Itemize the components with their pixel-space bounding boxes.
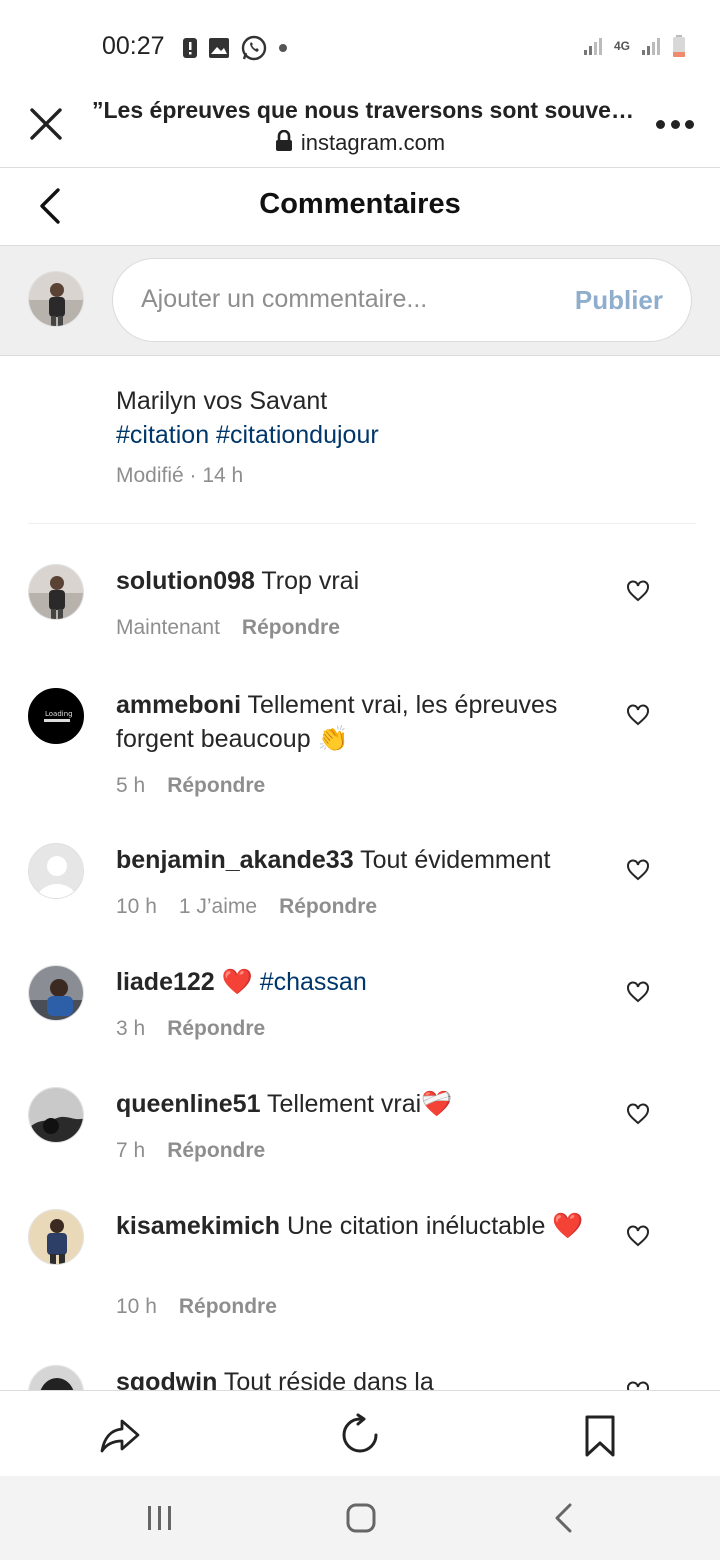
comment-text: Trop vrai — [254, 567, 360, 595]
whatsapp-icon — [241, 35, 267, 61]
post-caption: Marilyn vos Savant #citation #citationdu… — [116, 384, 676, 488]
menu-dot — [685, 119, 694, 129]
share-icon[interactable] — [98, 1413, 142, 1457]
avatar[interactable]: Loading — [28, 688, 84, 744]
comment-body: sgodwin Tout réside dans la — [116, 1365, 596, 1390]
browser-bar: ”Les épreuves que nous traversons sont s… — [0, 92, 720, 168]
reply-button[interactable]: Répondre — [179, 1295, 277, 1319]
domain-text: instagram.com — [300, 130, 446, 155]
comment-username[interactable]: sgodwin — [116, 1368, 217, 1390]
comment-username[interactable]: solution098 — [116, 567, 255, 595]
comment-text: Tellement vrai❤️‍🩹 — [260, 1090, 453, 1118]
heart-icon[interactable] — [626, 1381, 650, 1390]
page-title: Commentaires — [259, 188, 461, 220]
reply-button[interactable]: Répondre — [167, 774, 265, 798]
status-icons-left — [182, 34, 288, 62]
comment-meta: 5 h Répondre — [116, 774, 265, 798]
comment-text: Tout évidemment — [353, 846, 551, 874]
status-icons-right: 4G — [582, 34, 686, 58]
comment-meta: 7 h Répondre — [116, 1139, 265, 1163]
comment-body: liade122 ❤️ #chassan — [116, 965, 596, 999]
comment-username[interactable]: kisamekimich — [116, 1212, 280, 1240]
divider — [28, 523, 696, 524]
comment-time: 10 h — [116, 895, 157, 918]
comment-username[interactable]: liade122 — [116, 968, 215, 996]
network-4g-icon: 4G — [613, 39, 630, 53]
browser-page-title: ”Les épreuves que nous traversons sont s… — [92, 97, 632, 123]
avatar — [28, 271, 84, 327]
gallery-icon — [209, 38, 229, 58]
comment-time: 3 h — [116, 1017, 146, 1040]
system-navigation-bar — [0, 1476, 720, 1560]
browser-domain: instagram.com — [0, 130, 720, 156]
comment-time: 5 h — [116, 774, 146, 797]
comment-time: Maintenant — [116, 616, 220, 639]
bookmark-icon[interactable] — [578, 1413, 622, 1457]
reply-button[interactable]: Répondre — [167, 1139, 265, 1163]
signal-icon — [642, 38, 660, 55]
alert-icon — [183, 38, 197, 58]
battery-icon — [673, 35, 685, 57]
avatar[interactable] — [28, 1209, 84, 1265]
avatar[interactable] — [28, 564, 84, 620]
heart-icon[interactable] — [626, 1103, 650, 1125]
recent-apps-icon[interactable] — [142, 1500, 178, 1536]
heart-icon[interactable] — [626, 859, 650, 881]
more-options-button[interactable] — [656, 112, 694, 136]
reload-icon[interactable] — [338, 1413, 382, 1457]
avatar[interactable] — [28, 1365, 84, 1390]
heart-icon[interactable] — [626, 981, 650, 1003]
lock-icon — [275, 130, 292, 151]
comment-meta: Maintenant Répondre — [116, 616, 340, 640]
comment-input-placeholder: Ajouter un commentaire... — [141, 285, 428, 313]
comment-username[interactable]: benjamin_akande33 — [116, 846, 354, 874]
comment-body: benjamin_akande33 Tout évidemment — [116, 843, 596, 877]
avatar[interactable] — [28, 965, 84, 1021]
menu-dot — [656, 119, 665, 129]
heart-icon[interactable] — [626, 704, 650, 726]
avatar-loading-text: Loading — [45, 710, 73, 718]
comment-input[interactable]: Ajouter un commentaire... Publier — [112, 258, 692, 342]
comment-body: ammeboni Tellement vrai, les épreuves fo… — [116, 688, 596, 756]
reply-button[interactable]: Répondre — [279, 895, 377, 919]
comment-meta: 3 h Répondre — [116, 1017, 265, 1041]
browser-toolbar — [0, 1390, 720, 1476]
back-icon[interactable] — [546, 1500, 582, 1536]
avatar[interactable] — [28, 843, 84, 899]
reply-button[interactable]: Répondre — [167, 1017, 265, 1041]
publish-button[interactable]: Publier — [575, 285, 663, 316]
menu-dot — [670, 119, 680, 129]
caption-meta: Modifié · 14 h — [116, 464, 244, 487]
avatar[interactable] — [28, 1087, 84, 1143]
heart-icon[interactable] — [626, 1225, 650, 1247]
comment-username[interactable]: queenline51 — [116, 1090, 261, 1118]
comment-text: ❤️ — [214, 968, 260, 996]
comment-text: Tout réside dans la — [217, 1368, 434, 1390]
comments-header: Commentaires — [0, 168, 720, 246]
caption-hashtags[interactable]: #citation #citationdujour — [116, 418, 676, 452]
comment-body: queenline51 Tellement vrai❤️‍🩹 — [116, 1087, 596, 1121]
comment-meta: 10 h Répondre — [116, 1295, 277, 1319]
heart-icon[interactable] — [626, 580, 650, 602]
comment-meta: 10 h 1 J’aime Répondre — [116, 895, 377, 919]
status-bar: 00:27 4G — [0, 0, 720, 92]
comment-time: 10 h — [116, 1295, 157, 1318]
home-icon[interactable] — [343, 1500, 379, 1536]
comment-composer: Ajouter un commentaire... Publier — [0, 246, 720, 356]
comment-text: Une citation inéluctable ❤️ — [280, 1212, 584, 1240]
dot-icon — [279, 44, 287, 52]
comment-likes[interactable]: 1 J’aime — [179, 895, 257, 919]
comment-hashtag[interactable]: #chassan — [260, 968, 367, 996]
comment-username[interactable]: ammeboni — [116, 691, 241, 719]
reply-button[interactable]: Répondre — [242, 616, 340, 640]
caption-author-line: Marilyn vos Savant — [116, 387, 328, 415]
comment-time: 7 h — [116, 1139, 146, 1162]
comment-body: kisamekimich Une citation inéluctable ❤️ — [116, 1209, 596, 1243]
comment-item: sgodwin Tout réside dans la — [0, 1365, 720, 1390]
status-time: 00:27 — [102, 32, 165, 60]
signal-icon — [583, 38, 602, 55]
comment-body: solution098 Trop vrai — [116, 564, 596, 598]
